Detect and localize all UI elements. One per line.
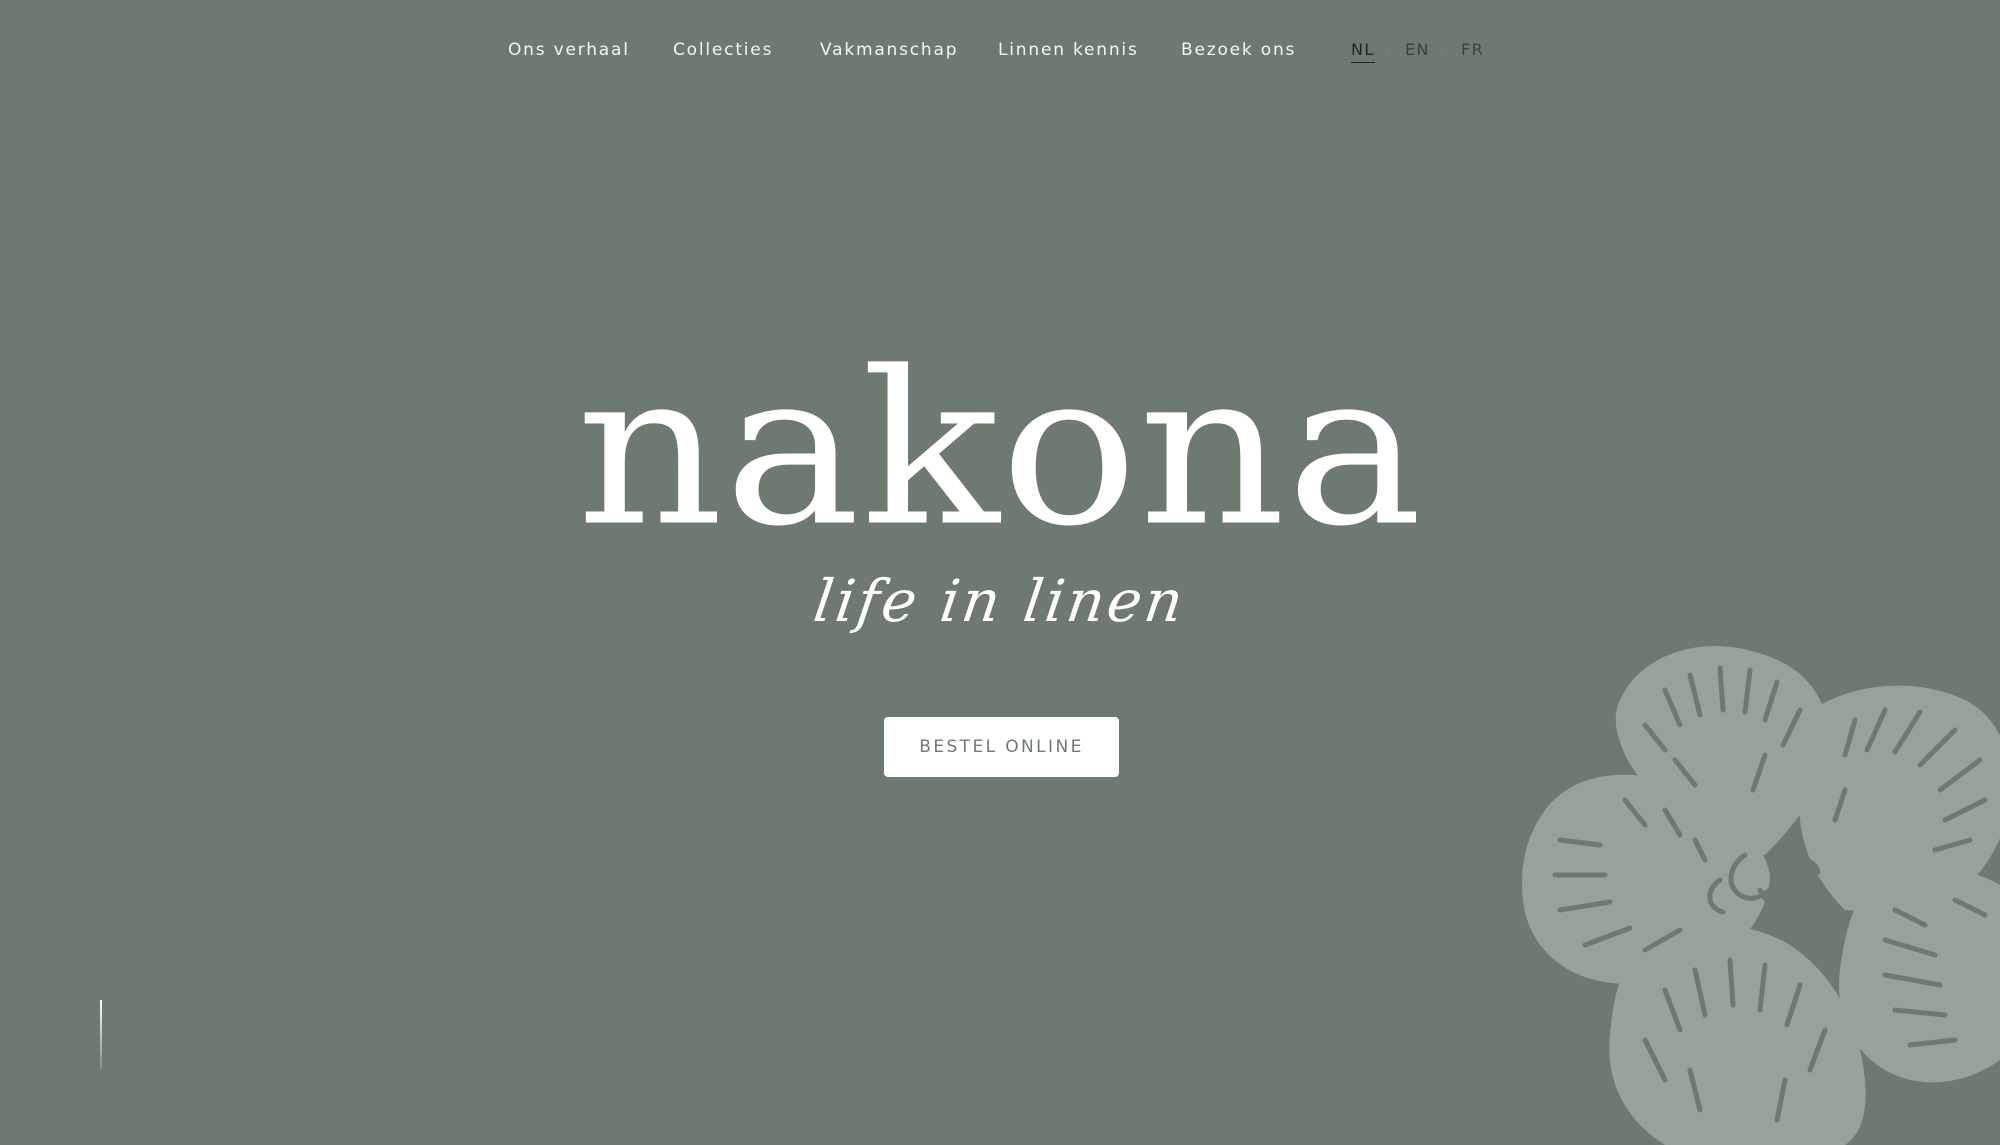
nav-link-vakmanschap[interactable]: Vakmanschap	[820, 40, 958, 60]
language-en[interactable]: EN	[1405, 40, 1430, 59]
language-nl[interactable]: NL	[1351, 40, 1375, 63]
order-online-button[interactable]: BESTEL ONLINE	[884, 717, 1119, 777]
language-fr[interactable]: FR	[1461, 40, 1484, 59]
language-separator: ·	[1386, 44, 1390, 58]
language-separator: ·	[1440, 44, 1444, 58]
main-navigation: Ons verhaal Collecties Vakmanschap Linne…	[0, 40, 2000, 66]
nav-link-bezoek-ons[interactable]: Bezoek ons	[1181, 40, 1296, 60]
nav-link-collecties[interactable]: Collecties	[673, 40, 773, 60]
nav-link-linnen-kennis[interactable]: Linnen kennis	[998, 40, 1139, 60]
brand-tagline: life in linen	[809, 567, 1191, 635]
nav-link-ons-verhaal[interactable]: Ons verhaal	[508, 40, 630, 60]
flower-illustration-icon	[1521, 645, 2000, 1145]
scroll-indicator-icon[interactable]	[100, 1000, 102, 1070]
brand-logo[interactable]: nakona	[0, 343, 2000, 555]
